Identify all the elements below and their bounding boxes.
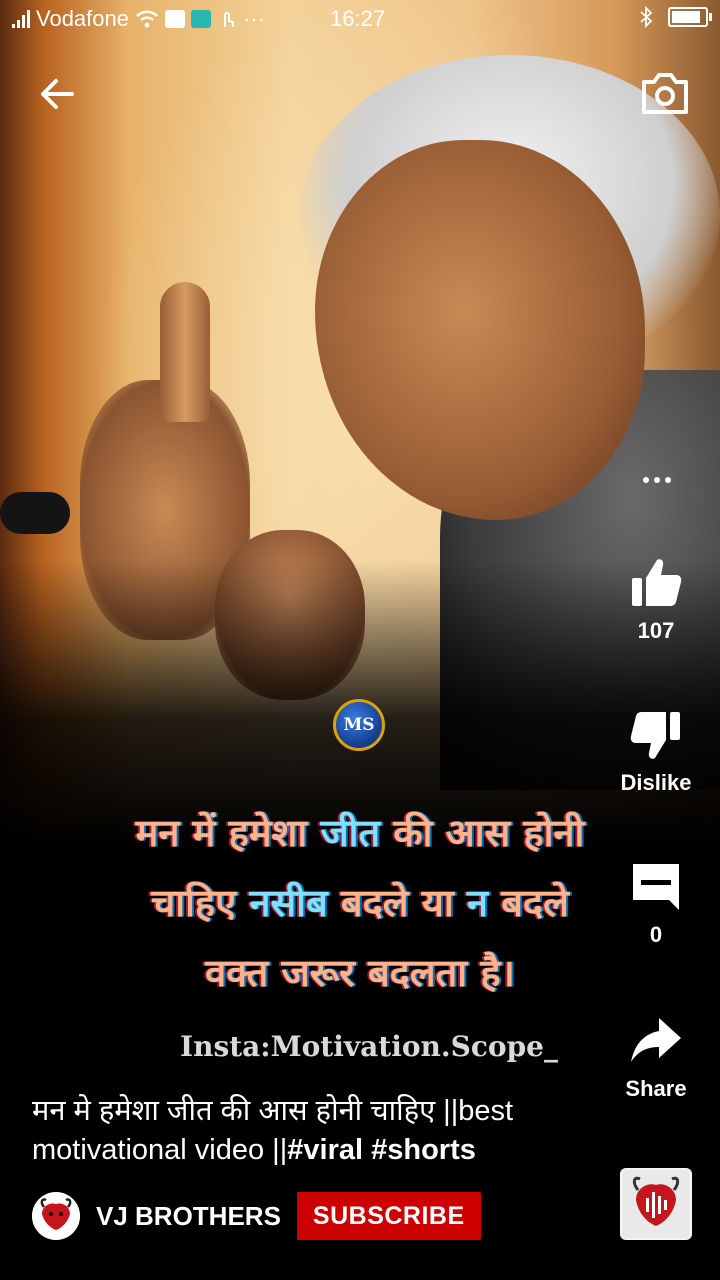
clock: 16:27 xyxy=(330,6,386,31)
gallery-notification-icon xyxy=(164,10,185,28)
back-button[interactable] xyxy=(34,70,82,118)
bull-sound-icon xyxy=(622,1170,690,1238)
quote-line-3: वक्त जरूर बदलता है। xyxy=(205,951,515,995)
bluetooth-icon xyxy=(640,6,653,28)
dislike-button[interactable]: Dislike xyxy=(596,708,716,796)
more-icon xyxy=(643,477,649,483)
thumb-up-icon xyxy=(632,559,682,606)
share-icon xyxy=(631,1018,681,1062)
camera-icon xyxy=(642,73,688,114)
quote-line-1: मन में हमेशा जीत की आस होनी xyxy=(135,811,585,855)
comments-button[interactable]: 0 xyxy=(596,860,716,948)
more-notifications: ··· xyxy=(242,6,265,31)
channel-row: VJ BROTHERS SUBSCRIBE xyxy=(32,1192,481,1240)
carrier-name: Vodafone xyxy=(36,6,129,31)
speaker-face xyxy=(315,140,645,520)
channel-name[interactable]: VJ BROTHERS xyxy=(96,1201,281,1232)
subscribe-button[interactable]: SUBSCRIBE xyxy=(296,1192,481,1240)
door-handle xyxy=(0,492,70,534)
bull-logo-icon xyxy=(32,1192,80,1240)
back-arrow-icon xyxy=(41,79,74,109)
video-title[interactable]: मन मे हमेशा जीत की आस होनी चाहिए ||best … xyxy=(32,1092,592,1170)
like-button[interactable]: 107 xyxy=(596,556,716,644)
more-button[interactable] xyxy=(630,462,684,498)
thumb-down-icon xyxy=(630,712,680,759)
dislike-label: Dislike xyxy=(620,770,692,795)
battery-icon xyxy=(668,7,712,27)
share-label: Share xyxy=(625,1076,687,1101)
comment-icon xyxy=(633,864,679,910)
sound-thumbnail[interactable] xyxy=(620,1168,692,1240)
like-count: 107 xyxy=(637,618,675,643)
ms-logo: MS xyxy=(333,699,385,751)
camera-button[interactable] xyxy=(638,70,692,118)
chat-notification-icon xyxy=(190,10,211,28)
signal-icon xyxy=(12,10,30,28)
wifi-icon xyxy=(136,10,158,28)
status-bar: Vodafone ··· 16:27 xyxy=(0,0,720,38)
touch-notification-icon xyxy=(223,12,234,27)
comment-count: 0 xyxy=(649,922,663,947)
speaker-finger xyxy=(160,282,210,422)
insta-credit: Insta:Motivation.Scope_ xyxy=(180,1030,558,1063)
share-button[interactable]: Share xyxy=(596,1014,716,1102)
channel-avatar[interactable] xyxy=(32,1192,80,1240)
quote-line-2: चाहिए नसीब बदले या न बदले xyxy=(151,881,569,925)
